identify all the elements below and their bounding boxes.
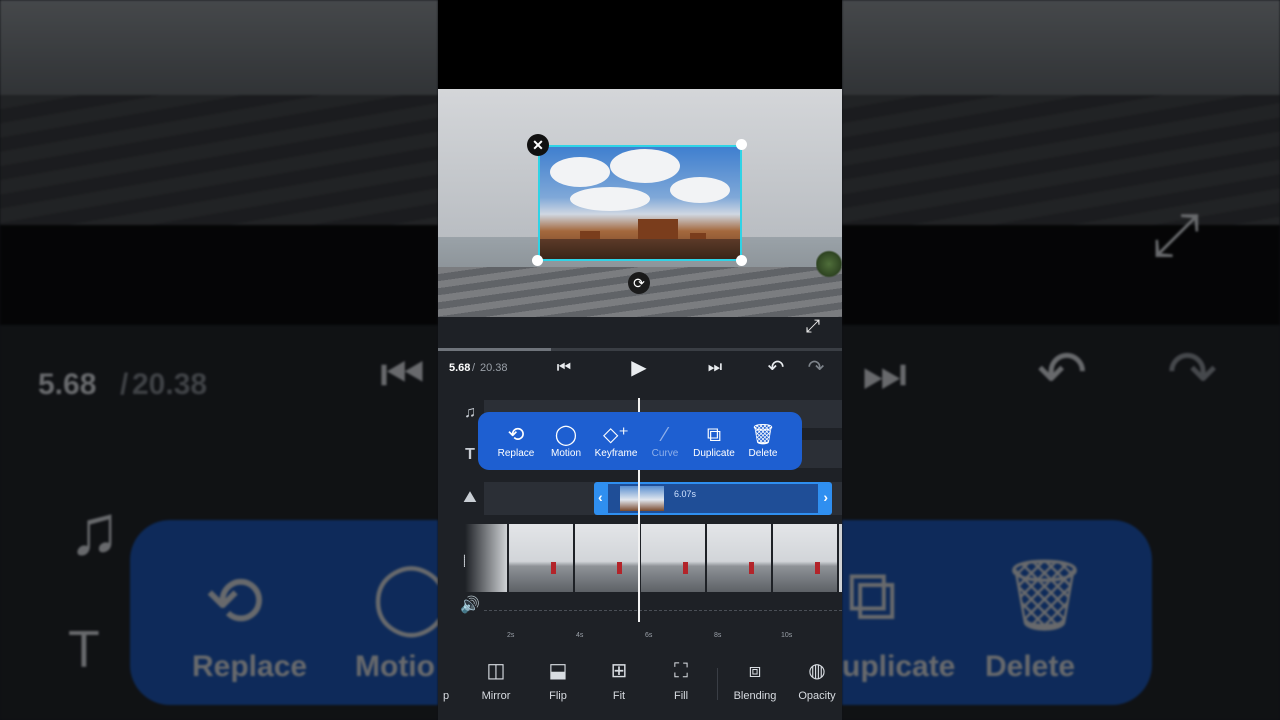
flip-label: Flip: [549, 690, 567, 702]
playback-progress-fill: [438, 348, 551, 351]
bg-music-icon: ♫: [68, 491, 121, 569]
fit-icon: ⊞: [610, 660, 628, 682]
bg-undo-icon: ↶: [1037, 339, 1088, 406]
bg-duplicate-icon: ⧉: [847, 556, 897, 634]
fullscreen-icon[interactable]: ⤢: [802, 315, 824, 337]
motion-icon: ◯: [554, 424, 578, 446]
opacity-label: Opacity: [798, 690, 836, 702]
duplicate-icon: ⧉: [706, 424, 722, 446]
replace-icon: ⟲: [507, 424, 525, 446]
crop-icon: ⌗: [438, 658, 460, 684]
blending-icon: ⧈: [748, 660, 762, 682]
resize-handle-top-right[interactable]: [736, 139, 747, 150]
playback-controls: 5.68 / 20.38 ⏮ ▶ ⏭ ↶ ↷: [438, 352, 842, 386]
delete-button[interactable]: 🗑 Delete: [735, 412, 791, 470]
time-separator: /: [472, 362, 476, 374]
current-time: 5.68: [449, 362, 471, 374]
play-icon[interactable]: ▶: [627, 358, 651, 378]
crop-label: p: [442, 690, 450, 702]
blending-button[interactable]: ⧈ Blending: [727, 658, 783, 702]
video-preview[interactable]: ✕ ⟳: [438, 89, 842, 317]
fill-button[interactable]: ⛶ Fill: [653, 658, 709, 702]
toolbar-divider: [717, 668, 718, 700]
ruler-tick: 6s: [645, 632, 653, 639]
redo-icon[interactable]: ↷: [804, 358, 828, 378]
add-overlay-icon[interactable]: ⛰: [458, 489, 482, 507]
bg-menu-label-2: uplicate: [842, 650, 956, 683]
keyframe-icon: ◇⁺: [603, 424, 629, 446]
duplicate-label: Duplicate: [693, 448, 735, 459]
crop-button[interactable]: ⌗ p: [438, 658, 460, 702]
audio-waveform-row: [484, 610, 842, 611]
mirror-button[interactable]: ◫ Mirror: [468, 658, 524, 702]
curve-label: Curve: [651, 448, 679, 459]
resize-handle-bottom-left[interactable]: [532, 255, 543, 266]
trash-icon: 🗑: [750, 424, 776, 446]
trim-left-icon[interactable]: ‹: [598, 489, 603, 505]
curve-button[interactable]: ⁄ Curve: [637, 412, 693, 470]
overlay-clip-preview[interactable]: [538, 145, 742, 261]
background-blur-right: ⤢ ⏭ ↶ ↷ ⧉ 🗑 uplicate Delete: [842, 0, 1280, 720]
keyframe-label: Keyframe: [594, 448, 638, 459]
bg-menu-label-1: Motio: [355, 650, 435, 683]
bg-skip-back-icon: ⏮: [380, 346, 425, 402]
bg-current-time: 5.68: [38, 368, 97, 401]
flip-button[interactable]: ⬓ Flip: [530, 658, 586, 702]
keyframe-button[interactable]: ◇⁺ Keyframe: [588, 412, 644, 470]
overlay-clip-thumbnail: [620, 486, 664, 511]
top-letterbox: [438, 0, 842, 89]
fit-button[interactable]: ⊞ Fit: [591, 658, 647, 702]
mirror-label: Mirror: [481, 690, 511, 702]
resize-handle-bottom-right[interactable]: [736, 255, 747, 266]
total-time: 20.38: [480, 362, 508, 374]
bg-motion-icon: ◯: [372, 557, 438, 635]
close-icon[interactable]: ✕: [527, 134, 549, 156]
bg-skip-forward-icon: ⏭: [862, 346, 907, 402]
mirror-icon: ◫: [486, 660, 506, 682]
flip-icon: ⬓: [548, 660, 568, 682]
bg-menu-label-0: Replace: [192, 650, 308, 683]
time-ruler: 2s 4s 6s 8s 10s: [438, 622, 842, 642]
blending-label: Blending: [733, 690, 777, 702]
overlay-clip[interactable]: ‹ ›: [594, 482, 832, 515]
rotate-icon[interactable]: ⟳: [628, 272, 650, 294]
ruler-tick: 10s: [781, 632, 793, 639]
trim-right-icon[interactable]: ›: [823, 489, 828, 505]
replace-button[interactable]: ⟲ Replace: [488, 412, 544, 470]
fill-icon: ⛶: [674, 660, 688, 682]
bg-menu-label-3: Delete: [985, 650, 1076, 683]
motion-button[interactable]: ◯ Motion: [538, 412, 594, 470]
skip-forward-icon[interactable]: ⏭: [703, 358, 727, 378]
fit-label: Fit: [612, 690, 626, 702]
playback-progress-bar[interactable]: [438, 348, 842, 351]
bg-expand-icon: ⤢: [1152, 201, 1200, 268]
video-editor: ✕ ⟳ ⤢ 5.68 / 20.38 ⏮ ▶ ⏭ ↶ ↷ ♫ T ⛰ ‹ › 6…: [438, 0, 842, 720]
delete-label: Delete: [748, 448, 778, 459]
main-video-track[interactable]: [465, 524, 842, 592]
duplicate-button[interactable]: ⧉ Duplicate: [686, 412, 742, 470]
background-blur-left: 5.68 / 20.38 ⏮ ♫ T ⟲ ◯ Replace Motio: [0, 0, 438, 720]
clip-context-menu: ⟲ Replace ◯ Motion ◇⁺ Keyframe ⁄ Curve ⧉…: [478, 412, 802, 470]
bg-replace-icon: ⟲: [205, 562, 264, 640]
volume-icon[interactable]: 🔊: [458, 595, 482, 615]
curve-icon: ⁄: [663, 424, 667, 446]
motion-label: Motion: [550, 448, 581, 459]
opacity-icon: ◍: [808, 660, 826, 682]
replace-label: Replace: [497, 448, 535, 459]
ruler-tick: 8s: [714, 632, 722, 639]
overlay-clip-duration: 6.07s: [674, 489, 697, 499]
bg-redo-icon: ↷: [1167, 339, 1218, 406]
bottom-toolbar: ⌗ p ◫ Mirror ⬓ Flip ⊞ Fit ⛶ Fill ⧈ Blend…: [438, 652, 842, 720]
ruler-tick: 4s: [576, 632, 584, 639]
skip-back-icon[interactable]: ⏮: [552, 358, 576, 378]
undo-icon[interactable]: ↶: [764, 358, 788, 378]
bg-trash-icon: 🗑: [1000, 556, 1089, 634]
opacity-button[interactable]: ◍ Opacity: [789, 658, 842, 702]
fill-label: Fill: [673, 690, 689, 702]
bg-total-time: 20.38: [132, 368, 208, 401]
bg-text-icon: T: [68, 621, 100, 679]
ruler-tick: 2s: [507, 632, 515, 639]
